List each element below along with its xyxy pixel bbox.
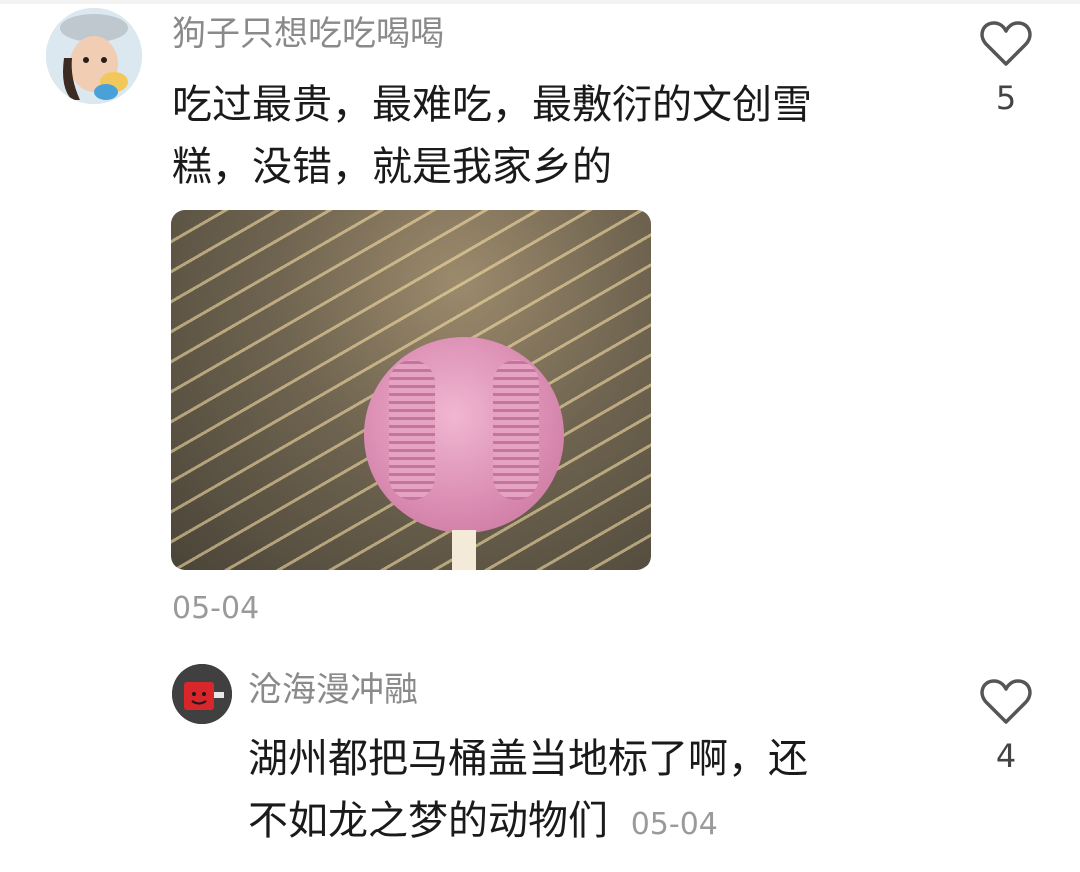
heart-outline-icon bbox=[980, 679, 1032, 724]
comment-text-line: 糕，没错，就是我家乡的 bbox=[172, 144, 612, 190]
like-button[interactable]: 4 bbox=[978, 678, 1034, 774]
comment-text: 吃过最贵，最难吃，最敷衍的文创雪 糕，没错，就是我家乡的 bbox=[172, 74, 812, 198]
comment-text: 湖州都把马桶盖当地标了啊，还 不如龙之梦的动物们 05-04 bbox=[248, 728, 808, 852]
comment-text-line: 湖州都把马桶盖当地标了啊，还 bbox=[248, 736, 808, 782]
comment-text-line: 吃过最贵，最难吃，最敷衍的文创雪 bbox=[172, 82, 812, 128]
comment-list: 狗子只想吃吃喝喝 吃过最贵，最难吃，最敷衍的文创雪 糕，没错，就是我家乡的 05… bbox=[0, 0, 1080, 872]
avatar-image bbox=[46, 8, 142, 104]
divider bbox=[0, 0, 1080, 4]
popsicle-ridge bbox=[389, 360, 435, 500]
popsicle-stick bbox=[452, 530, 476, 570]
like-count: 5 bbox=[995, 79, 1017, 117]
like-button[interactable]: 5 bbox=[978, 20, 1034, 116]
comment-time: 05-04 bbox=[172, 591, 260, 626]
avatar-image bbox=[172, 664, 232, 724]
avatar[interactable] bbox=[46, 8, 142, 104]
like-count: 4 bbox=[995, 737, 1017, 775]
comment-text-line-content: 不如龙之梦的动物们 bbox=[248, 798, 608, 844]
comment-text-line: 不如龙之梦的动物们 05-04 bbox=[248, 790, 808, 852]
username[interactable]: 沧海漫冲融 bbox=[248, 670, 418, 710]
avatar[interactable] bbox=[172, 664, 232, 724]
comment-image[interactable] bbox=[171, 210, 651, 570]
heart-outline-icon bbox=[980, 21, 1032, 66]
popsicle-ridge bbox=[493, 360, 539, 500]
username[interactable]: 狗子只想吃吃喝喝 bbox=[172, 14, 444, 54]
comment-time: 05-04 bbox=[630, 807, 718, 842]
